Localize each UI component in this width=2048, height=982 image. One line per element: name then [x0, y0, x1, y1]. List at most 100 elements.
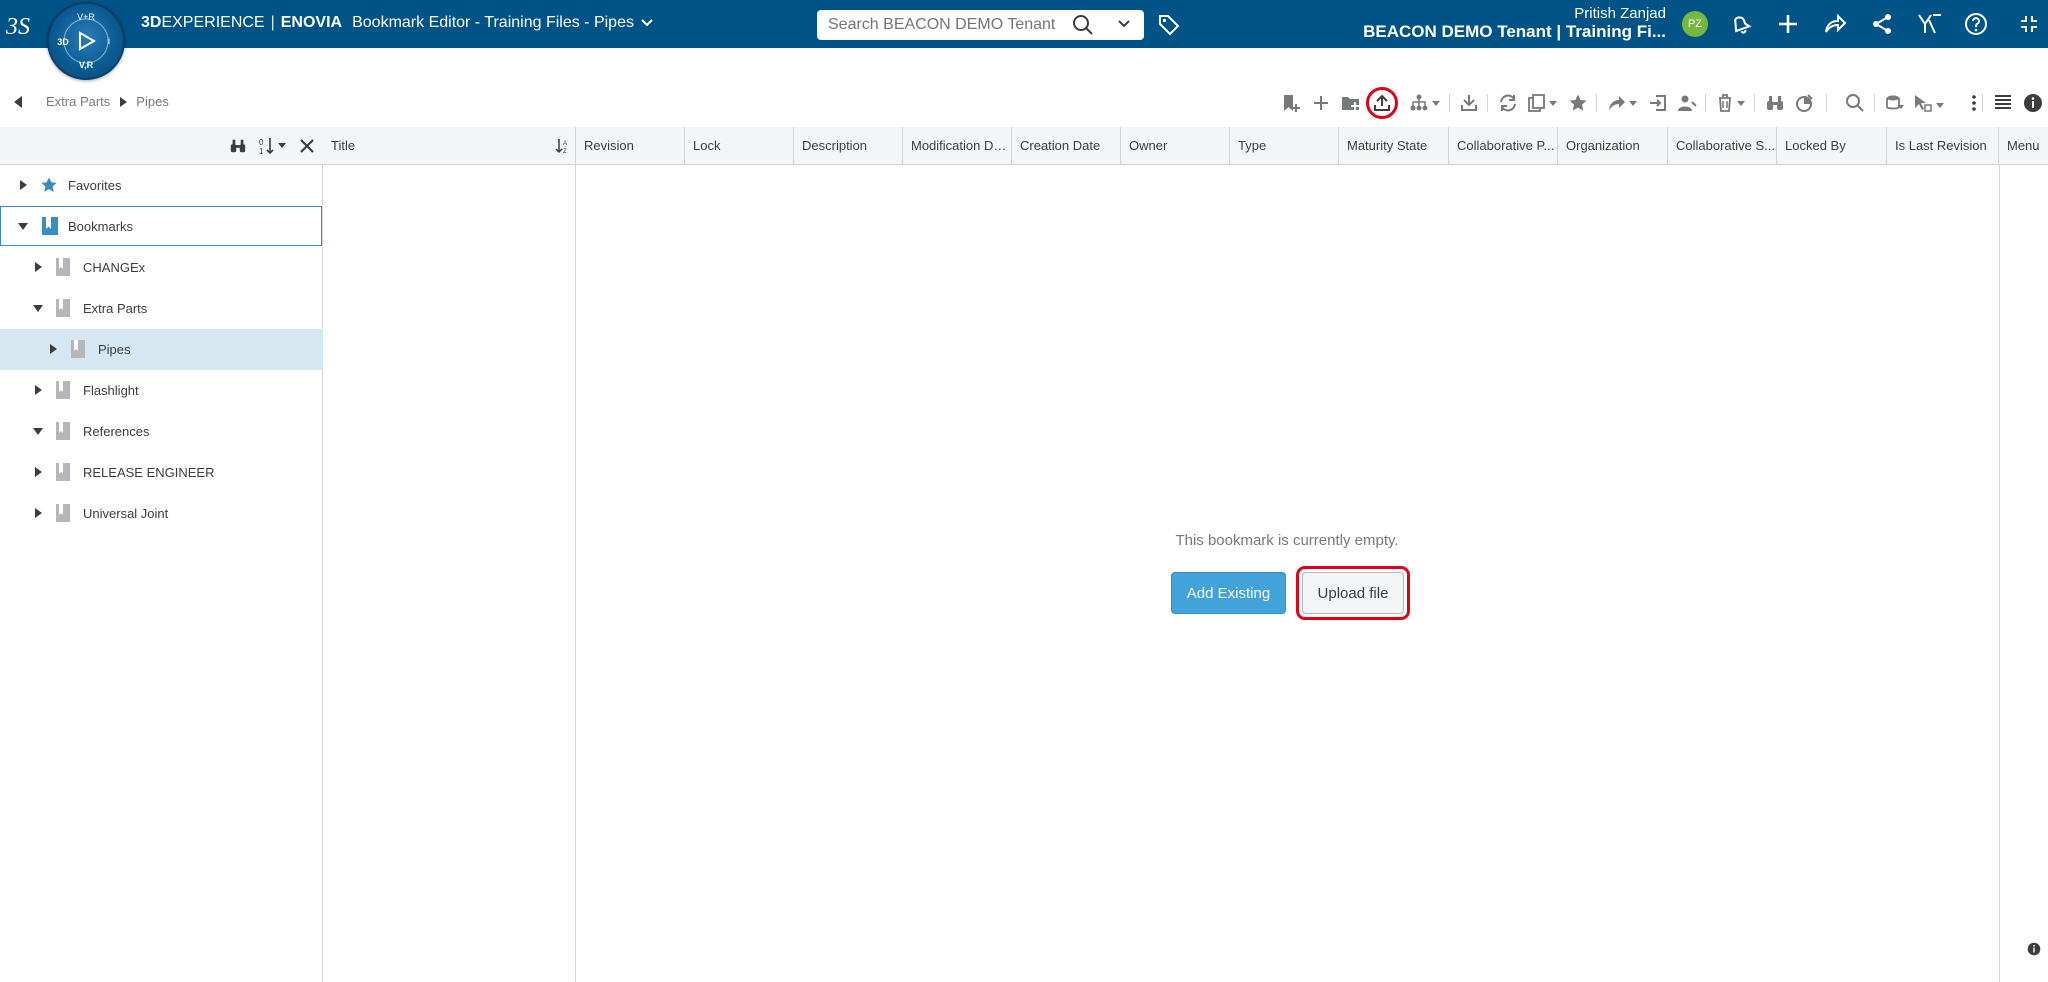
add-icon[interactable]: [1776, 12, 1800, 36]
app-name: ENOVIA: [280, 14, 343, 31]
expand-arrow-icon[interactable]: [32, 466, 44, 478]
bookmark-folder-icon: [55, 421, 71, 441]
new-bookmark-icon[interactable]: [1280, 91, 1302, 115]
add-content-icon[interactable]: [1310, 91, 1332, 115]
compass-right-label: i: [108, 36, 110, 46]
close-icon[interactable]: [299, 138, 315, 154]
info-icon[interactable]: [2022, 91, 2044, 115]
find-icon[interactable]: [1844, 91, 1866, 115]
bookmark-folder-icon: [55, 257, 71, 277]
tree-item-extra-parts[interactable]: Extra Parts: [0, 288, 323, 328]
column-header-locked-by[interactable]: Locked By: [1777, 127, 1887, 165]
expand-arrow-icon[interactable]: [32, 261, 44, 273]
notifications-bell-icon[interactable]: [1729, 12, 1753, 36]
share-dropdown-icon[interactable]: [1606, 91, 1640, 115]
document-title[interactable]: Bookmark Editor - Training Files - Pipes: [352, 14, 634, 32]
tree-item-flashlight[interactable]: Flashlight: [0, 370, 323, 410]
column-header-modification-date[interactable]: Modification Date: [903, 127, 1012, 165]
user-access-icon[interactable]: [1676, 91, 1698, 115]
tree-item-label: CHANGEx: [83, 259, 146, 275]
sort-dropdown-icon[interactable]: 01: [258, 136, 288, 156]
search-input[interactable]: [817, 16, 1057, 34]
binoculars-icon[interactable]: [1764, 91, 1786, 115]
tree-item-label: Flashlight: [83, 382, 139, 398]
add-existing-folder-icon[interactable]: [1340, 91, 1362, 115]
compass-icon[interactable]: V+R 3D i V,R: [47, 2, 125, 80]
download-icon[interactable]: [1458, 91, 1480, 115]
column-header-type[interactable]: Type: [1230, 127, 1339, 165]
social-share-icon[interactable]: [1870, 12, 1894, 36]
selection-mode-dropdown-icon[interactable]: [1912, 91, 1946, 115]
column-header-organization[interactable]: Organization: [1558, 127, 1668, 165]
search-icon[interactable]: [1072, 14, 1094, 36]
fullscreen-icon[interactable]: [2017, 12, 2041, 36]
upload-file-button[interactable]: Upload file: [1302, 572, 1404, 614]
avatar[interactable]: PZ: [1682, 11, 1708, 37]
tree-item-changex[interactable]: CHANGEx: [0, 247, 323, 287]
brand-3d: 3D: [141, 14, 162, 31]
title-column-body: [323, 165, 576, 982]
favorite-star-icon[interactable]: [1567, 91, 1589, 115]
tag-icon[interactable]: [1157, 13, 1181, 37]
upload-highlight-annotation: [1366, 87, 1398, 119]
copy-dropdown-icon[interactable]: [1526, 91, 1560, 115]
delete-dropdown-icon[interactable]: [1714, 91, 1748, 115]
column-header-title[interactable]: Title AZ: [323, 127, 576, 165]
apps-compass-icon[interactable]: [1917, 12, 1941, 36]
brand-separator: |: [270, 14, 275, 31]
tree-item-release-engineer[interactable]: RELEASE ENGINEER: [0, 452, 323, 492]
tree-item-pipes[interactable]: Pipes: [0, 329, 323, 370]
tree-item-label: Pipes: [98, 342, 131, 357]
tree-item-label: Universal Joint: [83, 505, 169, 521]
info-icon[interactable]: [2027, 942, 2041, 956]
expand-arrow-icon[interactable]: [32, 507, 44, 519]
add-existing-button[interactable]: Add Existing: [1171, 572, 1286, 614]
bookmark-folder-icon: [55, 380, 71, 400]
list-view-icon[interactable]: [1992, 91, 2014, 115]
dassault-logo-icon[interactable]: 3S: [6, 10, 40, 40]
bookmark-folder-icon: [55, 503, 71, 523]
column-header-collaborative-space[interactable]: Collaborative S...: [1668, 127, 1777, 165]
binoculars-icon[interactable]: [229, 137, 247, 155]
collapse-arrow-icon[interactable]: [32, 425, 44, 437]
column-header-is-last-revision[interactable]: Is Last Revision: [1887, 127, 1999, 165]
column-header-owner[interactable]: Owner: [1121, 127, 1230, 165]
tree-item-bookmarks[interactable]: Bookmarks: [0, 206, 322, 246]
tree-item-references[interactable]: References: [0, 411, 323, 451]
svg-text:Z: Z: [563, 149, 567, 154]
toolbar-divider: [1449, 94, 1450, 112]
tree-item-universal-joint[interactable]: Universal Joint: [0, 493, 323, 533]
grid-header: Title AZ Revision Lock Description Modif…: [323, 127, 2048, 165]
tree-item-favorites[interactable]: Favorites: [0, 165, 323, 205]
svg-text:0: 0: [259, 138, 264, 147]
collapse-arrow-icon[interactable]: [32, 302, 44, 314]
help-icon[interactable]: [1964, 12, 1988, 36]
ownership-icon[interactable]: [1794, 91, 1816, 115]
collapse-arrow-icon[interactable]: [17, 220, 29, 232]
column-header-maturity-state[interactable]: Maturity State: [1339, 127, 1449, 165]
column-header-menu[interactable]: Menu: [1999, 127, 2048, 165]
tenant-label[interactable]: BEACON DEMO Tenant | Training Fi...: [1306, 22, 1666, 42]
move-in-icon[interactable]: [1647, 91, 1669, 115]
expand-arrow-icon[interactable]: [32, 384, 44, 396]
search-options-chevron-icon[interactable]: [1117, 19, 1131, 29]
svg-text:1: 1: [259, 147, 264, 156]
chevron-down-icon[interactable]: [640, 18, 654, 28]
column-header-revision[interactable]: Revision: [576, 127, 685, 165]
search-field[interactable]: [817, 10, 1144, 40]
sync-icon[interactable]: [1497, 91, 1519, 115]
share-arrow-icon[interactable]: [1823, 12, 1847, 36]
star-icon: [40, 176, 58, 194]
column-header-creation-date[interactable]: Creation Date: [1012, 127, 1121, 165]
column-header-lock[interactable]: Lock: [685, 127, 794, 165]
expand-arrow-icon[interactable]: [47, 343, 59, 355]
column-header-description[interactable]: Description: [794, 127, 903, 165]
sort-az-icon[interactable]: AZ: [555, 138, 569, 154]
svg-text:A: A: [563, 141, 567, 147]
expand-arrow-icon[interactable]: [17, 179, 29, 191]
empty-state-message: This bookmark is currently empty.: [1175, 532, 1399, 549]
database-filter-icon[interactable]: [1884, 91, 1906, 115]
user-name[interactable]: Pritish Zanjad: [1406, 5, 1666, 22]
column-header-collaborative-policy[interactable]: Collaborative P...: [1449, 127, 1558, 165]
structure-dropdown-icon[interactable]: [1408, 91, 1442, 115]
